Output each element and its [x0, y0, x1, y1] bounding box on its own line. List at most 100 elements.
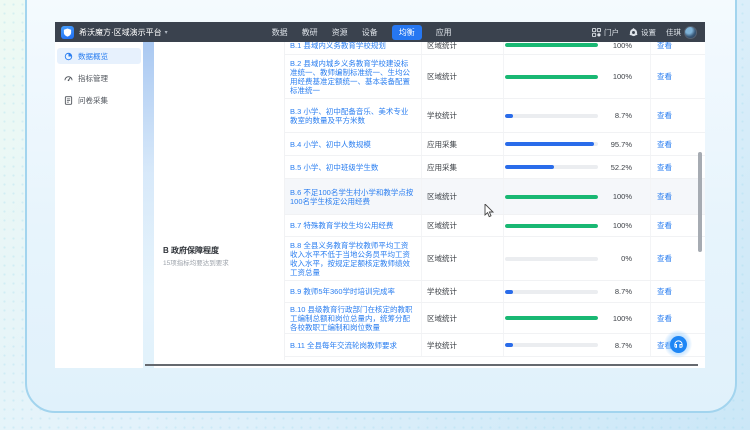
mouse-cursor: [484, 204, 495, 218]
progress-track: [505, 114, 598, 118]
gauge-icon: [64, 74, 73, 83]
column-divider: [421, 334, 422, 356]
view-link[interactable]: 查看: [650, 220, 705, 231]
portal-button[interactable]: 门户: [592, 27, 619, 38]
indicator-link[interactable]: B.1 县域内义务教育学校规划: [285, 42, 421, 53]
indicator-link[interactable]: B.11 全县每年交流轮岗教师要求: [285, 338, 421, 353]
navbar-right: 门户 设置 佳琪: [592, 26, 697, 39]
progress-track: [505, 195, 598, 199]
nav-menu-item-6[interactable]: 应用: [436, 27, 452, 38]
progress-percent: 100%: [592, 221, 632, 230]
progress-percent: 100%: [592, 72, 632, 81]
progress-fill: [505, 316, 598, 320]
indicator-link[interactable]: B.10 县级教育行政部门在核定的教职工编制总额和岗位总量内，统筹分配各校教职工…: [285, 302, 421, 335]
horizontal-scrollbar[interactable]: [145, 364, 698, 366]
indicator-link[interactable]: B.4 小学、初中人数规模: [285, 137, 421, 152]
chat-icon: [670, 336, 687, 353]
progress-track: [505, 43, 598, 47]
indicator-link[interactable]: B.5 小学、初中班级学生数: [285, 160, 421, 175]
user-menu[interactable]: 佳琪: [666, 26, 697, 39]
chat-assistant-button[interactable]: [664, 330, 692, 358]
indicator-link[interactable]: B.3 小学、初中配备音乐、美术专业教室的数量及平方米数: [285, 104, 421, 128]
progress-track: [505, 257, 598, 261]
column-divider: [503, 133, 504, 155]
app-title: 希沃魔方·区域演示平台: [79, 27, 162, 38]
sidebar: 数据概览 指标管理 问卷采集: [55, 42, 143, 368]
nav-menu-item-2[interactable]: 教研: [302, 27, 318, 38]
column-divider: [503, 156, 504, 178]
table-row: B.8 全县义务教育学校教师平均工资收入水平不低于当地公务员平均工资收入水平，按…: [285, 237, 705, 281]
progress-track: [505, 224, 598, 228]
indicator-link[interactable]: B.9 教师5年360学时培训完成率: [285, 284, 421, 299]
gear-icon: [629, 28, 638, 37]
progress-track: [505, 165, 598, 169]
column-divider: [503, 334, 504, 356]
chevron-down-icon[interactable]: ▾: [165, 29, 168, 36]
view-link[interactable]: 查看: [650, 42, 705, 51]
view-link[interactable]: 查看: [650, 313, 705, 324]
progress-percent: 100%: [592, 192, 632, 201]
group-cell: B 政府保障程度 15项指标均要达到要求: [154, 42, 285, 360]
table-row: B.9 教师5年360学时培训完成率 学校统计 8.7% 查看: [285, 281, 705, 303]
progress-percent: 8.7%: [592, 111, 632, 120]
column-divider: [503, 215, 504, 236]
table-row: B.2 县域内城乡义务教育学校建设标准统一、教师编制标准统一、生均公用经费基准定…: [285, 55, 705, 99]
column-divider: [421, 99, 422, 132]
nav-menu-item-3[interactable]: 资源: [332, 27, 348, 38]
group-subtitle: 15项指标均要达到要求: [163, 257, 229, 267]
main-menu: 数据 教研 资源 设备 均衡 应用: [272, 25, 452, 40]
column-divider: [421, 303, 422, 333]
table-row: B.3 小学、初中配备音乐、美术专业教室的数量及平方米数 学校统计 8.7% 查…: [285, 99, 705, 133]
column-divider: [503, 303, 504, 333]
progress-track: [505, 75, 598, 79]
view-link[interactable]: 查看: [650, 110, 705, 121]
stat-type: 区域统计: [421, 191, 503, 202]
vertical-scrollbar[interactable]: [698, 152, 702, 252]
progress-track: [505, 142, 598, 146]
nav-menu-item-1[interactable]: 数据: [272, 27, 288, 38]
view-link[interactable]: 查看: [650, 162, 705, 173]
sidebar-item-label: 问卷采集: [78, 95, 108, 106]
column-divider: [421, 55, 422, 98]
view-link[interactable]: 查看: [650, 139, 705, 150]
column-divider: [650, 179, 651, 214]
indicator-link[interactable]: B.2 县域内城乡义务教育学校建设标准统一、教师编制标准统一、生均公用经费基准定…: [285, 56, 421, 98]
stat-type: 学校统计: [421, 286, 503, 297]
column-divider: [421, 281, 422, 302]
dashboard-icon: [64, 52, 73, 61]
column-divider: [650, 303, 651, 333]
sidebar-item-3[interactable]: 问卷采集: [57, 92, 141, 108]
indicator-table: B 政府保障程度 15项指标均要达到要求 B.1 县域内义务教育学校规划 区域统…: [154, 42, 705, 368]
top-navbar: 希沃魔方·区域演示平台 ▾ 数据 教研 资源 设备 均衡 应用 门户 设置 佳琪: [55, 22, 705, 42]
view-link[interactable]: 查看: [650, 71, 705, 82]
indicator-link[interactable]: B.6 不足100名学生村小学和教学点按100名学生核定公用经费: [285, 185, 421, 209]
column-divider: [650, 99, 651, 132]
sidebar-item-1[interactable]: 数据概览: [57, 48, 141, 64]
settings-label: 设置: [641, 27, 656, 38]
view-link[interactable]: 查看: [650, 191, 705, 202]
view-link[interactable]: 查看: [650, 253, 705, 264]
column-divider: [421, 42, 422, 54]
progress-fill: [505, 195, 598, 199]
stat-type: 区域统计: [421, 71, 503, 82]
column-divider: [421, 215, 422, 236]
settings-button[interactable]: 设置: [629, 27, 656, 38]
column-divider: [421, 133, 422, 155]
nav-menu-item-5[interactable]: 均衡: [392, 25, 422, 40]
indicator-link[interactable]: B.8 全县义务教育学校教师平均工资收入水平不低于当地公务员平均工资收入水平，按…: [285, 238, 421, 280]
progress-percent: 100%: [592, 314, 632, 323]
stat-type: 区域统计: [421, 253, 503, 264]
indicator-link[interactable]: B.7 特殊教育学校生均公用经费: [285, 218, 421, 233]
survey-icon: [64, 96, 73, 105]
nav-menu-item-4[interactable]: 设备: [362, 27, 378, 38]
stat-type: 区域统计: [421, 42, 503, 51]
view-link[interactable]: 查看: [650, 286, 705, 297]
column-divider: [503, 99, 504, 132]
column-divider: [650, 156, 651, 178]
progress-fill: [505, 43, 598, 47]
sidebar-item-2[interactable]: 指标管理: [57, 70, 141, 86]
brand-logo-icon: [61, 26, 74, 39]
stat-type: 应用采集: [421, 139, 503, 150]
column-divider: [650, 42, 651, 54]
column-divider: [650, 215, 651, 236]
